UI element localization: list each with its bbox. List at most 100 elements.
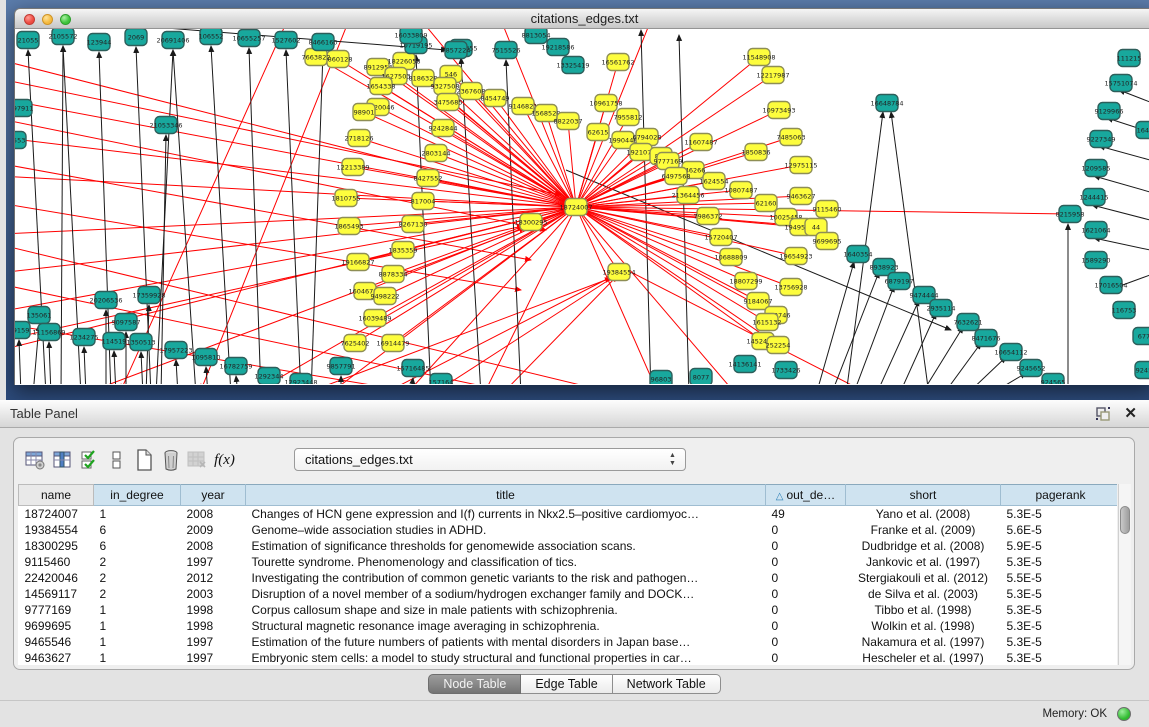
graph-node[interactable]: 12217987 [756,67,789,84]
graph-node[interactable]: 6497568 [662,168,691,185]
graph-node[interactable]: 1865493 [335,218,364,235]
tab-network-table[interactable]: Network Table [613,674,721,694]
minimize-window-button[interactable] [42,14,53,25]
graph-node[interactable]: 13756928 [774,279,807,296]
graph-node[interactable]: 98901 [353,104,375,121]
graph-node[interactable]: 8215958 [1056,206,1085,223]
graph-node[interactable]: 10655257 [232,30,265,47]
close-window-button[interactable] [24,14,35,25]
graph-node[interactable]: 8813054 [522,29,551,44]
graph-node[interactable]: 96803 [650,371,672,385]
graph-node[interactable]: 15751074 [1104,75,1137,92]
delete-table-disabled-button[interactable] [184,447,211,473]
graph-node[interactable]: 62160 [755,195,777,212]
graph-node[interactable]: 114519 [102,333,127,350]
graph-node[interactable]: 9097587 [112,314,141,331]
graph-node[interactable]: 17957223 [159,342,192,359]
table-row[interactable]: 1938455462009Genome–wide association stu… [19,522,1118,538]
graph-node[interactable]: 2718126 [345,130,374,147]
graph-node[interactable]: 9498222 [371,288,400,305]
graph-node[interactable]: 3475685 [434,94,463,111]
graph-node[interactable]: 21055 [17,32,39,49]
graph-node[interactable]: 1244415 [1080,189,1109,206]
graph-node[interactable]: 13325419 [556,57,589,74]
graph-node[interactable]: 1209585 [1082,160,1111,177]
table-row[interactable]: 946554611997Estimation of the future num… [19,634,1118,650]
table-row[interactable]: 946362711997Embryonic stem cells: a mode… [19,650,1118,666]
graph-node[interactable]: 7515526 [492,42,521,59]
graph-node[interactable]: 7632621 [954,314,983,331]
graph-node[interactable]: 2935114 [927,300,956,317]
delete-trash-button[interactable] [157,447,184,473]
graph-node[interactable]: 2069 [125,29,147,46]
tab-edge-table[interactable]: Edge Table [521,674,612,694]
table-row[interactable]: 2242004622012Investigating the contribut… [19,570,1118,586]
column-header-name[interactable]: name [19,485,94,506]
graph-node[interactable]: 7625402 [341,335,370,352]
graph-node[interactable]: 14136141 [728,356,761,373]
graph-node[interactable]: 10961758 [589,95,622,112]
graph-node[interactable]: 16648784 [870,95,903,112]
graph-node[interactable]: 817004 [411,193,436,210]
graph-node[interactable]: 2803144 [422,145,451,162]
table-row[interactable]: 911546021997Tourette syndrome. Phenomeno… [19,554,1118,570]
network-canvas[interactable]: 9860128891295418226058162750381863285469… [14,29,1149,385]
graph-node[interactable]: 8822037 [554,113,583,130]
graph-node[interactable]: 9463627 [787,188,816,205]
column-header-in_degree[interactable]: in_degree [94,485,181,506]
graph-node[interactable]: 1615132 [753,314,782,331]
graph-node[interactable]: 1527602 [272,32,301,49]
network-graph[interactable]: 9860128891295418226058162750381863285469… [15,29,1149,384]
graph-node[interactable]: 157164 [429,374,454,385]
column-header-year[interactable]: year [181,485,246,506]
graph-node[interactable]: 10807487 [724,182,757,199]
graph-node[interactable]: 9227349 [1087,131,1116,148]
table-scrollbar[interactable] [1118,484,1131,665]
table-scrollbar-thumb[interactable] [1120,506,1130,534]
graph-node[interactable]: 9129966 [1095,103,1124,120]
graph-node[interactable]: 92456 [1135,362,1149,379]
graph-node[interactable]: 1292344 [255,368,284,385]
float-panel-icon[interactable] [1095,406,1111,422]
graph-node[interactable]: 10688809 [714,249,747,266]
graph-node[interactable]: 39159 [15,322,30,339]
graph-node[interactable]: 16561762 [601,54,634,71]
table-row[interactable]: 1456911722003Disruption of a novel membe… [19,586,1118,602]
graph-node[interactable]: 7485063 [777,129,806,146]
graph-node[interactable]: 10654112 [994,344,1027,361]
graph-node[interactable]: 924565 [1041,374,1066,385]
table-row[interactable]: 1830029562008Estimation of significance … [19,538,1118,554]
function-builder-button[interactable]: f(x) [211,447,238,473]
table-selector-dropdown[interactable]: citations_edges.txt ▲▼ [294,448,686,471]
graph-node[interactable]: 9699695 [813,233,842,250]
column-header-out_de[interactable]: △out_de… [766,485,846,506]
table-row[interactable]: 969969511998Structural magnetic resonanc… [19,618,1118,634]
table-row[interactable]: 1872400712008Changes of HCN gene express… [19,506,1118,522]
graph-node[interactable]: 9857791 [327,358,356,375]
graph-node[interactable]: 1589290 [1082,252,1111,269]
graph-node[interactable]: 19654923 [779,248,812,265]
graph-node[interactable]: 6879197 [885,273,914,290]
close-panel-icon[interactable]: ✕ [1124,404,1137,422]
graph-node[interactable]: 16452 [1136,122,1149,139]
zoom-window-button[interactable] [60,14,71,25]
graph-node[interactable]: 1810755 [332,190,361,207]
graph-node[interactable]: 8267130 [399,216,428,233]
graph-node[interactable]: 123944 [87,34,112,51]
graph-node[interactable]: 7986372 [694,208,723,225]
graph-node[interactable]: 116753 [1112,302,1137,319]
graph-node[interactable]: 62615 [587,124,609,141]
column-header-short[interactable]: short [846,485,1001,506]
column-header-pagerank[interactable]: pagerank [1001,485,1118,506]
graph-node[interactable]: 17016504 [1094,277,1127,294]
graph-node[interactable]: 9242844 [429,120,458,137]
graph-node[interactable]: 11548908 [742,49,775,66]
graph-node[interactable]: 16782759 [219,358,252,375]
graph-node[interactable]: 20553 [15,132,26,149]
graph-node[interactable]: 1621064 [1082,222,1111,239]
column-header-title[interactable]: title [246,485,766,506]
new-document-button[interactable] [130,447,157,473]
table-row[interactable]: 977716911998Corpus callosum shape and si… [19,602,1118,618]
graph-node[interactable]: 677 [1133,328,1149,345]
graph-node[interactable]: 15720407 [704,229,737,246]
